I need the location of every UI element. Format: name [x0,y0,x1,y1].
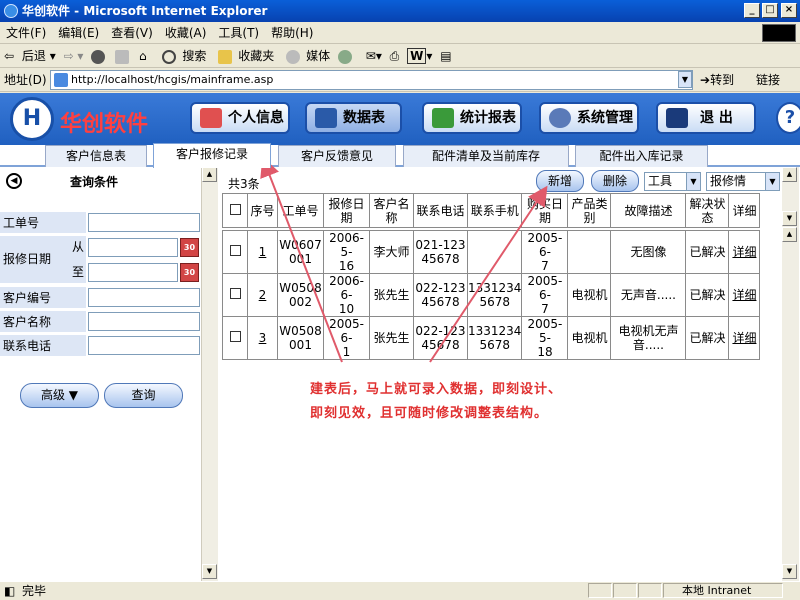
arrow-to-add-button [429,185,548,363]
arrow-to-tab [260,156,343,363]
status-segment [613,583,637,598]
status-text: 完毕 [22,584,47,598]
annotation-text: 建表后，马上就可录入数据，即刻设计、 即刻见效，且可随时修改调整表结构。 [310,378,630,426]
right-scrollbar[interactable]: ▲ ▼ ▲ ▼ [782,167,799,581]
scroll-up-icon[interactable]: ▲ [782,167,797,182]
scroll-up-icon[interactable]: ▲ [782,227,797,242]
status-page-icon: ◧ [4,584,16,598]
status-zone-label: 本地 Intranet [682,584,752,597]
annotation-arrows [260,156,548,363]
scroll-down-icon[interactable]: ▼ [782,211,797,226]
status-zone: 本地 Intranet [663,583,783,598]
status-segment [588,583,612,598]
annotation-line: 即刻见效，且可随时修改调整表结构。 [310,406,549,421]
annotation-line: 建表后，马上就可录入数据，即刻设计、 [310,382,563,397]
scroll-down-icon[interactable]: ▼ [782,564,797,579]
tab-repair-records[interactable]: 客户报修记录 [153,143,271,168]
status-segment [638,583,662,598]
